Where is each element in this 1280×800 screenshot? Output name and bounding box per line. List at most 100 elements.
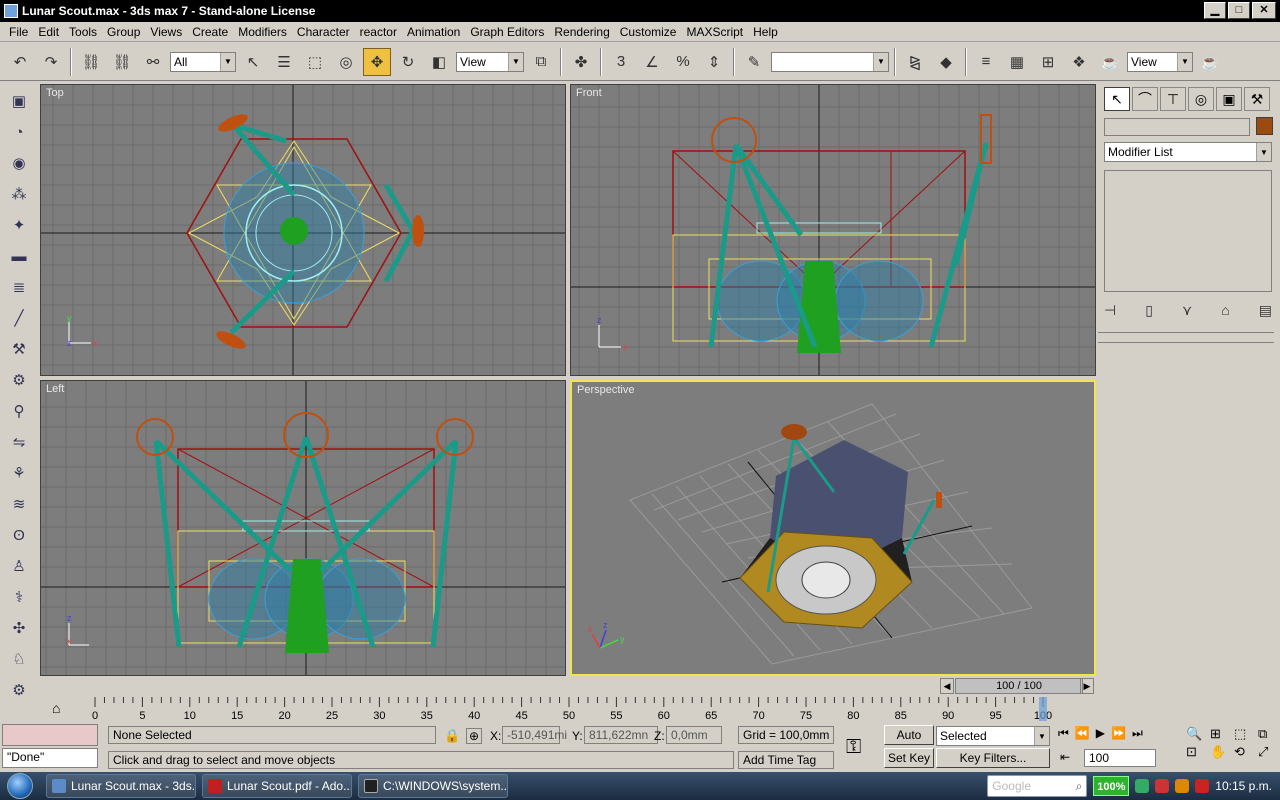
current-frame-field[interactable]: 100 xyxy=(1084,749,1156,767)
firefox-icon[interactable] xyxy=(1175,779,1190,793)
zoom-extents-icon[interactable]: ⬚ xyxy=(1234,726,1256,742)
modifier-list-dropdown[interactable]: Modifier List ▼ xyxy=(1104,142,1272,162)
network-icon[interactable] xyxy=(1135,779,1150,793)
play-icon[interactable]: ▶ xyxy=(1096,726,1105,741)
render-type-dropdown[interactable]: View ▼ xyxy=(1127,51,1193,72)
bind-space-warp-icon[interactable]: ⚯ xyxy=(139,48,167,76)
rectangular-selection-icon[interactable]: ⬚ xyxy=(301,48,329,76)
unlink-icon[interactable]: ⛓ xyxy=(108,48,136,76)
prev-frame-arrow[interactable]: ◀ xyxy=(940,678,954,694)
absolute-mode-icon[interactable]: ⊕ xyxy=(466,728,482,744)
menu-views[interactable]: Views xyxy=(145,25,187,39)
window-crossing-icon[interactable]: ◎ xyxy=(332,48,360,76)
compound-icon[interactable]: ◉ xyxy=(6,152,32,175)
align-icon[interactable]: ◆ xyxy=(932,48,960,76)
maximize-button[interactable]: □ xyxy=(1228,2,1250,19)
menu-graph-editors[interactable]: Graph Editors xyxy=(465,25,549,39)
zoom-extents-all-icon[interactable]: ⧉ xyxy=(1258,726,1280,742)
utilities-tab-icon[interactable]: ⚒ xyxy=(1244,87,1270,111)
mini-curve-editor-icon[interactable]: ⌂ xyxy=(52,700,60,716)
select-by-name-icon[interactable]: ☰ xyxy=(270,48,298,76)
systems-icon[interactable]: ⚘ xyxy=(6,462,32,485)
menu-customize[interactable]: Customize xyxy=(615,25,682,39)
select-and-link-icon[interactable]: ⛓ xyxy=(77,48,105,76)
patch-icon[interactable]: ✦ xyxy=(6,214,32,237)
percent-snap-icon[interactable]: % xyxy=(669,48,697,76)
lock-icon[interactable]: 🔒 xyxy=(444,728,460,744)
particles-icon[interactable]: ⁂ xyxy=(6,183,32,206)
hierarchy-tab-icon[interactable]: ⊤ xyxy=(1160,87,1186,111)
object-name-field[interactable] xyxy=(1104,118,1250,136)
curve-editor-icon[interactable]: ▦ xyxy=(1003,48,1031,76)
close-button[interactable]: ✕ xyxy=(1252,2,1276,19)
key-filters-button[interactable]: Key Filters... xyxy=(936,748,1050,768)
browser-icon[interactable] xyxy=(1155,779,1170,793)
lights-icon[interactable]: ⚲ xyxy=(6,400,32,423)
viewport-top[interactable]: Top y z x xyxy=(40,84,566,376)
viewport-front[interactable]: Front z x xyxy=(570,84,1096,376)
viewport-label[interactable]: Front xyxy=(576,87,602,99)
search-box[interactable]: Google ⌕ xyxy=(987,775,1088,797)
menu-edit[interactable]: Edit xyxy=(33,25,64,39)
spinner-snap-icon[interactable]: ⇕ xyxy=(700,48,728,76)
angle-snap-icon[interactable]: ∠ xyxy=(638,48,666,76)
objects-icon[interactable]: ▣ xyxy=(6,90,32,113)
edit-named-selection-icon[interactable]: ✎ xyxy=(740,48,768,76)
menu-rendering[interactable]: Rendering xyxy=(549,25,614,39)
maxscript-listener[interactable] xyxy=(2,724,98,746)
key-icon[interactable]: ⚿ xyxy=(846,736,861,759)
selection-filter-dropdown[interactable]: All ▼ xyxy=(170,51,236,72)
key-mode-dropdown[interactable]: Selected ▼ xyxy=(936,726,1050,746)
redo-icon[interactable]: ↷ xyxy=(37,48,65,76)
menu-create[interactable]: Create xyxy=(187,25,233,39)
modify-tab-icon[interactable]: ⌒ xyxy=(1132,87,1158,111)
scale-icon[interactable]: ◧ xyxy=(425,48,453,76)
modifier-stack[interactable] xyxy=(1104,170,1272,292)
add-time-tag-button[interactable]: Add Time Tag xyxy=(738,751,834,769)
maximize-viewport-icon[interactable]: ⤢ xyxy=(1258,744,1280,760)
nurbs-icon[interactable]: ▬ xyxy=(6,245,32,268)
show-end-result-icon[interactable]: ▯ xyxy=(1145,302,1153,319)
key-mode-toggle-icon[interactable]: ⇤ xyxy=(1060,750,1070,764)
next-frame-icon[interactable]: ⏩ xyxy=(1111,726,1126,741)
named-selection-dropdown[interactable]: ▼ xyxy=(771,51,889,72)
arc-rotate-icon[interactable]: ⟲ xyxy=(1234,744,1256,760)
zoom-icon[interactable]: 🔍 xyxy=(1186,726,1208,742)
start-button[interactable] xyxy=(0,772,40,800)
layer-manager-icon[interactable]: ≡ xyxy=(972,48,1000,76)
remove-modifier-icon[interactable]: ⌂ xyxy=(1221,302,1229,319)
taskbar-item-3dsmax[interactable]: Lunar Scout.max - 3ds... xyxy=(46,774,196,798)
snap-toggle-icon[interactable]: 3 xyxy=(607,48,635,76)
zoom-all-icon[interactable]: ⊞ xyxy=(1210,726,1232,742)
y-coordinate-field[interactable]: 811,622mn xyxy=(584,726,658,744)
go-to-end-icon[interactable]: ⏭ xyxy=(1132,726,1143,741)
biped-icon[interactable]: ♙ xyxy=(6,555,32,578)
viewport-left[interactable]: Left z x xyxy=(40,380,566,676)
helpers-icon[interactable]: ⚒ xyxy=(6,338,32,361)
next-frame-arrow[interactable]: ▶ xyxy=(1080,678,1094,694)
mirror-icon[interactable]: ⧎ xyxy=(901,48,929,76)
track-bar[interactable]: 0510152025303540455055606570758085909510… xyxy=(40,697,1096,723)
move-icon[interactable]: ✥ xyxy=(363,47,391,76)
undo-icon[interactable]: ↶ xyxy=(6,48,34,76)
menu-group[interactable]: Group xyxy=(102,25,145,39)
utilities-icon[interactable]: ⚙ xyxy=(6,679,32,702)
viewport-label[interactable]: Perspective xyxy=(577,384,634,396)
pin-stack-icon[interactable]: ⊣ xyxy=(1104,302,1116,319)
menu-character[interactable]: Character xyxy=(292,25,355,39)
z-coordinate-field[interactable]: 0,0mm xyxy=(666,726,722,744)
maxscript-output[interactable]: "Done" xyxy=(2,748,98,768)
taskbar-item-cmd[interactable]: C:\WINDOWS\system... xyxy=(358,774,508,798)
character-icon[interactable]: ♘ xyxy=(6,648,32,671)
menu-tools[interactable]: Tools xyxy=(64,25,102,39)
menu-maxscript[interactable]: MAXScript xyxy=(681,25,748,39)
configure-sets-icon[interactable]: ▤ xyxy=(1259,302,1272,319)
auto-key-button[interactable]: Auto Key xyxy=(884,725,934,760)
menu-help[interactable]: Help xyxy=(748,25,783,39)
current-frame-marker[interactable] xyxy=(1039,697,1047,721)
region-zoom-icon[interactable]: ⊡ xyxy=(1186,744,1208,760)
pivot-point-icon[interactable]: ⧉ xyxy=(527,48,555,76)
wave-icon[interactable]: ≋ xyxy=(6,493,32,516)
make-unique-icon[interactable]: ⋎ xyxy=(1182,302,1192,319)
reactor-icon[interactable]: ✣ xyxy=(6,617,32,640)
